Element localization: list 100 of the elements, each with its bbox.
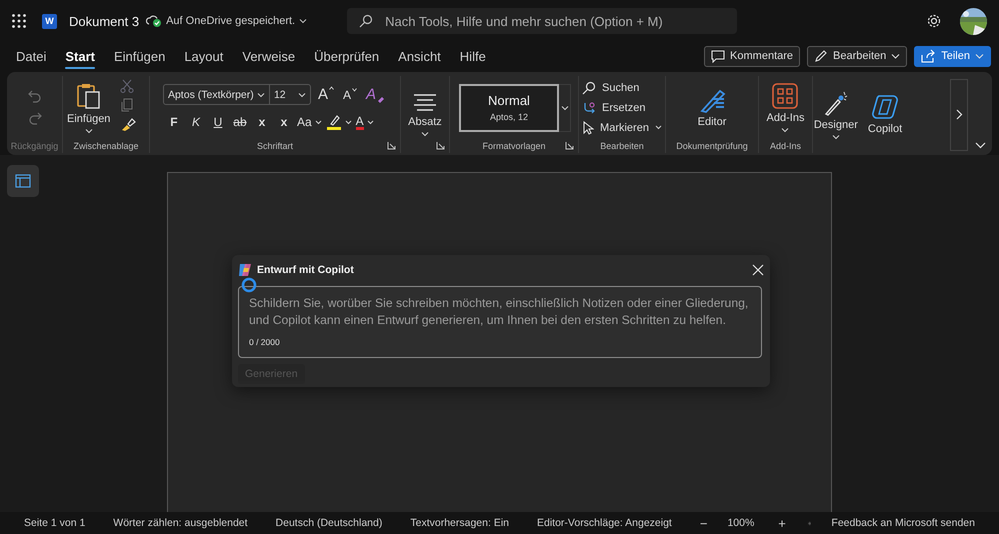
copilot-icon xyxy=(238,263,252,277)
caret-up-icon xyxy=(328,86,334,90)
group-label: Bearbeiten xyxy=(600,140,644,153)
format-painter-icon[interactable] xyxy=(120,116,136,132)
dialog-launcher-icon[interactable] xyxy=(565,141,574,150)
format-button[interactable]: F xyxy=(164,113,183,131)
chevron-down-icon xyxy=(366,120,374,124)
eraser-icon xyxy=(377,96,386,103)
group-label: Add-Ins xyxy=(770,140,802,153)
format-button[interactable]: x xyxy=(274,113,293,131)
status-item[interactable]: Deutsch (Deutschland) xyxy=(276,517,382,529)
format-button[interactable] xyxy=(326,113,352,131)
group-label: Schriftart xyxy=(256,140,293,153)
clipboard-icon xyxy=(76,82,102,110)
cut-icon[interactable] xyxy=(120,78,134,92)
clear-formatting-button[interactable]: A xyxy=(364,86,388,103)
close-icon[interactable] xyxy=(752,264,764,276)
chevron-down-icon xyxy=(298,92,306,98)
zoom-level[interactable]: 100% xyxy=(727,517,754,529)
format-button[interactable]: ab xyxy=(230,113,249,131)
search-icon xyxy=(582,80,596,94)
comments-button[interactable]: Kommentare xyxy=(704,46,800,66)
copilot-button[interactable]: Copilot xyxy=(868,94,902,135)
app-launcher-icon[interactable] xyxy=(12,14,26,28)
search-icon xyxy=(359,14,374,28)
character-counter: 0 / 2000 xyxy=(249,337,280,347)
focus-ring-icon xyxy=(241,277,257,293)
chevron-down-icon xyxy=(420,130,429,136)
menu-tab[interactable]: Überprüfen xyxy=(306,44,388,68)
group-label: Rückgängig xyxy=(10,140,58,153)
word-logo[interactable]: W xyxy=(42,14,57,28)
comment-icon xyxy=(711,50,726,62)
editor-button[interactable]: Editor xyxy=(698,87,726,128)
redo-icon[interactable] xyxy=(26,110,42,126)
chevron-right-icon xyxy=(956,109,962,120)
dialog-launcher-icon[interactable] xyxy=(436,141,445,150)
designer-button[interactable]: Designer xyxy=(814,90,858,140)
menu-tab[interactable]: Ansicht xyxy=(390,44,449,68)
share-button[interactable]: Teilen xyxy=(914,46,991,66)
add-ins-button[interactable]: Add-Ins xyxy=(766,82,804,132)
replace-icon xyxy=(582,100,596,114)
chevron-down-icon xyxy=(256,92,265,98)
feedback-link[interactable]: Feedback an Microsoft senden xyxy=(831,517,975,529)
font-size-dropdown[interactable]: 12 xyxy=(270,85,310,104)
group-label: Formatvorlagen xyxy=(482,140,546,153)
menu-tab[interactable]: Layout xyxy=(176,44,232,68)
grid-icon xyxy=(772,82,798,108)
zoom-in-button[interactable]: + xyxy=(778,516,786,530)
group-label: Zwischenablage xyxy=(73,140,139,153)
status-item[interactable]: Wörter zählen: ausgeblendet xyxy=(113,517,248,529)
find-button[interactable]: Suchen xyxy=(582,80,640,94)
font-name-dropdown[interactable]: Aptos (Textkörper) xyxy=(164,85,270,104)
save-status-button[interactable]: Auf OneDrive gespeichert. xyxy=(146,14,308,28)
document-title[interactable]: Dokument 3 xyxy=(69,14,140,28)
chevron-down-icon xyxy=(560,104,568,110)
collapse-ribbon-icon[interactable] xyxy=(975,142,986,149)
chevron-down-icon xyxy=(314,120,322,124)
shrink-font-button[interactable]: A xyxy=(340,88,359,102)
menu-tab[interactable]: Start xyxy=(57,44,103,68)
dialog-title: Entwurf mit Copilot xyxy=(257,264,354,276)
menu-tab[interactable]: Verweise xyxy=(234,44,304,68)
search-field[interactable]: Nach Tools, Hilfe und mehr suchen (Option + M) xyxy=(347,8,738,34)
paragraph-button[interactable]: Absatz xyxy=(408,92,442,136)
navigation-pane-button[interactable] xyxy=(7,165,39,197)
format-button[interactable]: x xyxy=(252,113,271,131)
caret-down-icon xyxy=(352,88,357,92)
copy-icon[interactable] xyxy=(120,98,134,112)
zoom-out-button[interactable]: − xyxy=(700,516,708,530)
editing-button[interactable]: Bearbeiten xyxy=(807,46,908,66)
format-button[interactable]: Aa xyxy=(296,113,322,131)
copilot-icon xyxy=(871,94,900,120)
cursor-icon xyxy=(582,120,594,134)
grow-font-button[interactable]: A xyxy=(316,86,336,103)
replace-button[interactable]: Ersetzen xyxy=(582,100,646,114)
share-icon xyxy=(921,49,936,63)
status-item[interactable]: Editor-Vorschläge: Angezeigt xyxy=(537,517,672,529)
menu-tab[interactable]: Einfügen xyxy=(106,44,174,68)
format-button[interactable]: A xyxy=(356,113,374,131)
panel-icon xyxy=(15,174,31,188)
cloud-check-icon xyxy=(146,14,162,28)
align-lines-icon xyxy=(412,92,437,112)
group-label: Dokumentprüfung xyxy=(676,140,748,153)
format-button[interactable]: K xyxy=(186,113,205,131)
pencil-icon xyxy=(814,49,828,63)
chevron-down-icon xyxy=(781,126,790,132)
style-tile[interactable]: Normal Aptos, 12 xyxy=(459,84,559,132)
select-button[interactable]: Markieren xyxy=(582,120,662,134)
menu-tab[interactable]: Hilfe xyxy=(452,44,494,68)
chevron-down-icon xyxy=(299,17,308,25)
pen-lines-icon xyxy=(698,87,726,113)
menu-tab[interactable]: Datei xyxy=(8,44,54,68)
chevron-down-icon xyxy=(344,120,352,124)
paintbrush-icon xyxy=(822,90,849,116)
status-item[interactable]: Seite 1 von 1 xyxy=(24,517,86,529)
paste-button[interactable]: Einfügen xyxy=(67,82,110,134)
format-button[interactable]: U xyxy=(208,113,227,131)
dialog-launcher-icon[interactable] xyxy=(387,141,396,150)
status-item[interactable]: Textvorhersagen: Ein xyxy=(410,517,509,529)
settings-icon[interactable] xyxy=(926,13,942,29)
chevron-down-icon xyxy=(84,128,93,134)
